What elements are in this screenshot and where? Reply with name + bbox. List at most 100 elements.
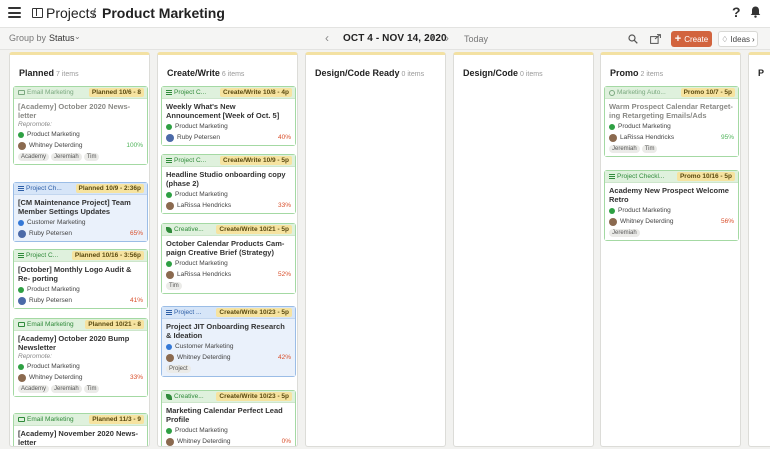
- create-button[interactable]: + Create: [671, 31, 712, 47]
- search-icon[interactable]: [628, 34, 638, 44]
- project-dot-icon: [166, 343, 172, 350]
- column-design-code-ready: Design/Code Ready 0 items: [305, 52, 446, 447]
- avatar: [18, 296, 26, 305]
- progress-percent: 41%: [129, 297, 143, 304]
- card-type: Project C...: [174, 157, 207, 164]
- project-name: Product Marketing: [175, 260, 228, 267]
- project-card[interactable]: Project C... Planned 10/16 - 3:56p [Octo…: [13, 249, 148, 309]
- avatar: [609, 133, 617, 142]
- column-count: 2 items: [640, 71, 664, 78]
- project-card[interactable]: Project C... Create/Write 10/9 - 5p Head…: [161, 154, 296, 214]
- avatar: [166, 270, 174, 279]
- card-title: Weekly What's New Announcement [Week of …: [166, 102, 280, 120]
- plus-icon: +: [674, 32, 682, 45]
- card-type: Creative...: [174, 226, 204, 233]
- progress-percent: 40%: [277, 134, 291, 141]
- card-type: Email Marketing: [27, 321, 74, 328]
- chevron-down-icon[interactable]: ⌄: [74, 32, 81, 41]
- project-card[interactable]: Marketing Auto... Promo 10/7 - 5p Warm P…: [604, 86, 739, 157]
- status-badge: Planned 11/3 - 9: [89, 415, 144, 424]
- assignee-name: Whitney Deterding: [177, 354, 231, 361]
- page-title[interactable]: Product Marketing: [102, 5, 225, 21]
- email-icon: [18, 417, 25, 422]
- group-by-label: Group by: [9, 33, 47, 43]
- column-title: P: [758, 68, 765, 78]
- status-badge: Planned 10/6 - 8: [88, 88, 144, 97]
- project-card[interactable]: Creative... Create/Write 10/23 - 5p Mark…: [161, 390, 296, 446]
- creative-icon: [166, 226, 172, 233]
- project-card[interactable]: Email Marketing Planned 10/6 - 8 [Academ…: [13, 86, 148, 165]
- share-icon[interactable]: [650, 34, 661, 44]
- avatar: [18, 229, 26, 238]
- projects-icon: [32, 8, 43, 18]
- tag: Tim: [83, 385, 100, 393]
- status-badge: Create/Write 10/23 - 5p: [216, 308, 292, 317]
- column-title: Design/Code Ready: [315, 68, 400, 78]
- email-icon: [18, 90, 25, 95]
- ideas-button-label: Ideas: [730, 34, 751, 44]
- project-dot-icon: [166, 191, 172, 198]
- avatar: [166, 437, 174, 446]
- project-name: Product Marketing: [175, 123, 228, 130]
- progress-percent: 42%: [277, 354, 291, 361]
- project-name: Product Marketing: [27, 363, 80, 370]
- ideas-button[interactable]: ♢ Ideas ›: [718, 31, 758, 47]
- column-promo: Promo 2 items Marketing Auto... Promo 10/…: [600, 52, 741, 447]
- gear-icon: [609, 89, 615, 96]
- card-type: Creative...: [174, 393, 204, 400]
- project-dot-icon: [166, 427, 172, 434]
- status-badge: Create/Write 10/8 - 4p: [220, 88, 292, 97]
- project-dot-icon: [18, 363, 24, 370]
- today-button[interactable]: Today: [464, 34, 488, 44]
- progress-percent: 65%: [129, 230, 143, 237]
- project-card[interactable]: Project Checkl... Promo 10/16 - 5p Acade…: [604, 170, 739, 241]
- status-badge: Planned 10/16 - 3:56p: [71, 251, 144, 260]
- help-icon[interactable]: ?: [732, 4, 741, 20]
- column-partial: P: [748, 52, 770, 447]
- project-card[interactable]: Creative... Create/Write 10/21 - 5p Octo…: [161, 223, 296, 294]
- assignee-name: LaRissa Hendricks: [177, 202, 232, 209]
- status-badge: Promo 10/7 - 5p: [680, 88, 735, 97]
- project-name: Customer Marketing: [27, 219, 86, 226]
- project-dot-icon: [18, 219, 24, 226]
- assignee-name: Whitney Deterding: [29, 142, 83, 149]
- assignee-name: LaRissa Hendricks: [620, 134, 675, 141]
- tag: Jeremiah: [51, 153, 82, 161]
- next-range-button[interactable]: ›: [445, 31, 449, 45]
- assignee-name: LaRissa Hendricks: [177, 271, 232, 278]
- project-card[interactable]: Email Marketing Planned 10/21 - 8 [Acade…: [13, 318, 148, 397]
- column-title: Planned: [19, 68, 55, 78]
- project-card[interactable]: Project ... Create/Write 10/23 - 5p Proj…: [161, 306, 296, 377]
- checklist-icon: [18, 253, 24, 258]
- project-dot-icon: [609, 207, 615, 214]
- card-type: Marketing Auto...: [617, 89, 666, 96]
- project-name: Product Marketing: [618, 207, 671, 214]
- breadcrumb-projects[interactable]: Projects: [46, 5, 97, 21]
- column-design-code: Design/Code 0 items: [453, 52, 594, 447]
- project-card[interactable]: Project C... Create/Write 10/8 - 4p Week…: [161, 86, 296, 146]
- avatar: [166, 201, 174, 210]
- progress-percent: 56%: [720, 218, 734, 225]
- column-header: P: [758, 68, 764, 78]
- chevron-down-icon[interactable]: ▾: [430, 33, 434, 42]
- email-icon: [18, 322, 25, 327]
- kanban-board: Planned 7 items Email Marketing Planned 1…: [0, 50, 770, 449]
- bell-icon[interactable]: [750, 6, 761, 18]
- group-by-select[interactable]: Status: [49, 33, 75, 43]
- previous-range-button[interactable]: ‹: [325, 31, 329, 45]
- project-card[interactable]: Email Marketing Planned 11/3 - 9 [Academ…: [13, 413, 148, 446]
- project-name: Product Marketing: [618, 123, 671, 130]
- column-count: 0 items: [520, 71, 543, 78]
- column-header: Create/Write 6 items: [167, 68, 244, 78]
- menu-icon[interactable]: [8, 7, 21, 18]
- avatar: [18, 373, 26, 382]
- project-card[interactable]: Project Ch... Planned 10/9 - 2:36p [CM M…: [13, 182, 148, 242]
- tag: Project: [166, 365, 191, 373]
- chevron-right-icon: ›: [752, 34, 755, 44]
- card-title: Project JIT Onboarding Research & Ideati…: [166, 322, 285, 340]
- repromote-label: Repromote:: [18, 121, 52, 128]
- column-count: 0 items: [401, 71, 425, 78]
- card-title: [CM Maintenance Project] Team Member Set…: [18, 198, 131, 216]
- column-planned: Planned 7 items Email Marketing Planned 1…: [9, 52, 150, 447]
- card-title: Headline Studio onboarding copy (phase 2…: [166, 170, 286, 188]
